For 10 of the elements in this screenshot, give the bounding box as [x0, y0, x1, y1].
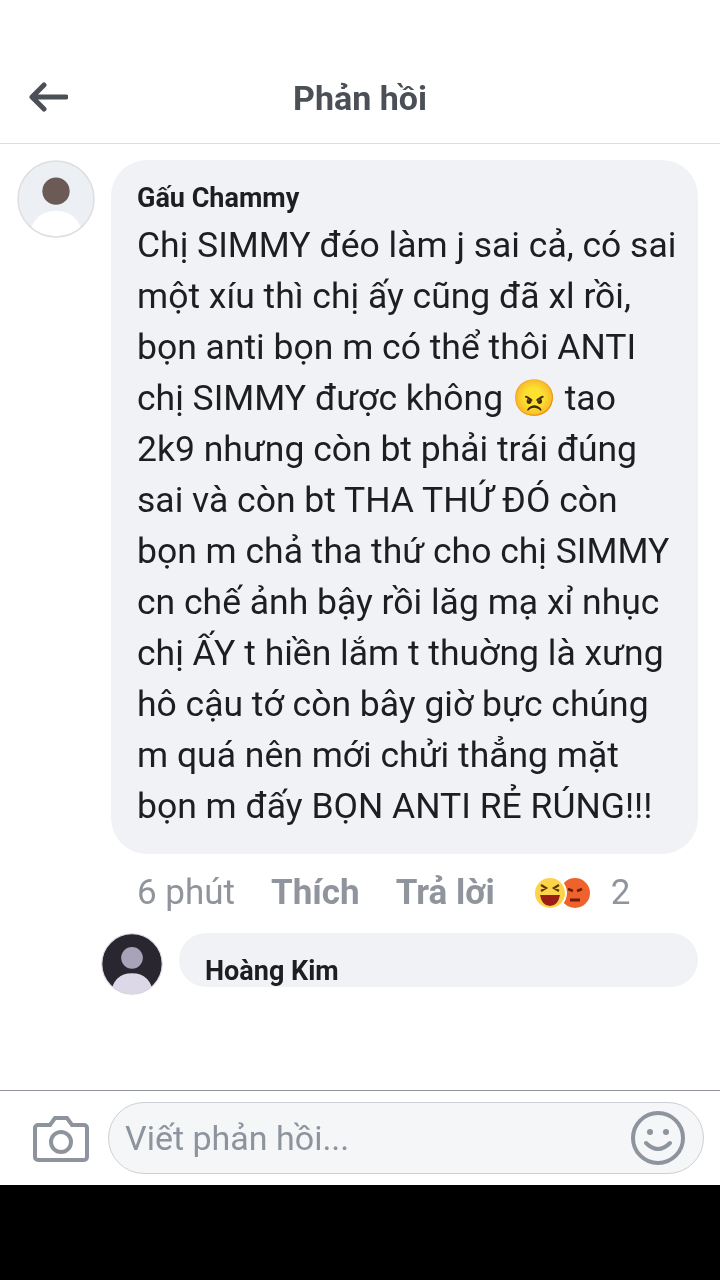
author-name[interactable]: Hoàng Kim: [205, 955, 678, 987]
reply-input-field[interactable]: Viết phản hồi...: [108, 1102, 704, 1174]
back-arrow-icon[interactable]: [28, 81, 68, 112]
emoji-icon[interactable]: [630, 1110, 686, 1166]
page-title: Phản hồi: [293, 78, 427, 118]
camera-icon[interactable]: [32, 1113, 90, 1163]
comment-text: Chị SIMMY đéo làm j sai cả, có sai một xíu thì chị ấy cũng đã xl rồi, bọn anti bọn m có thể thôi ANTI chị SIMMY được không 😠 tao 2k9 nhưng còn bt phải trái đúng sai và còn bt THA THỨ ĐÓ còn bọn m chả tha thứ cho chị SIMMY cn chế ảnh bậy rồi lăg mạ xỉ nhục chị ẤY t hiền lắm t thuờng là xưng hô cậu tớ còn bây giờ bực chúng m quá nên mới chửi thẳng mặt bọn m đấy BỌN ANTI RẺ RÚNG!!!: [137, 223, 678, 829]
reaction-count: 2: [610, 872, 631, 913]
author-name[interactable]: Gấu Chammy: [137, 182, 678, 214]
timestamp: 6 phút: [137, 872, 236, 913]
